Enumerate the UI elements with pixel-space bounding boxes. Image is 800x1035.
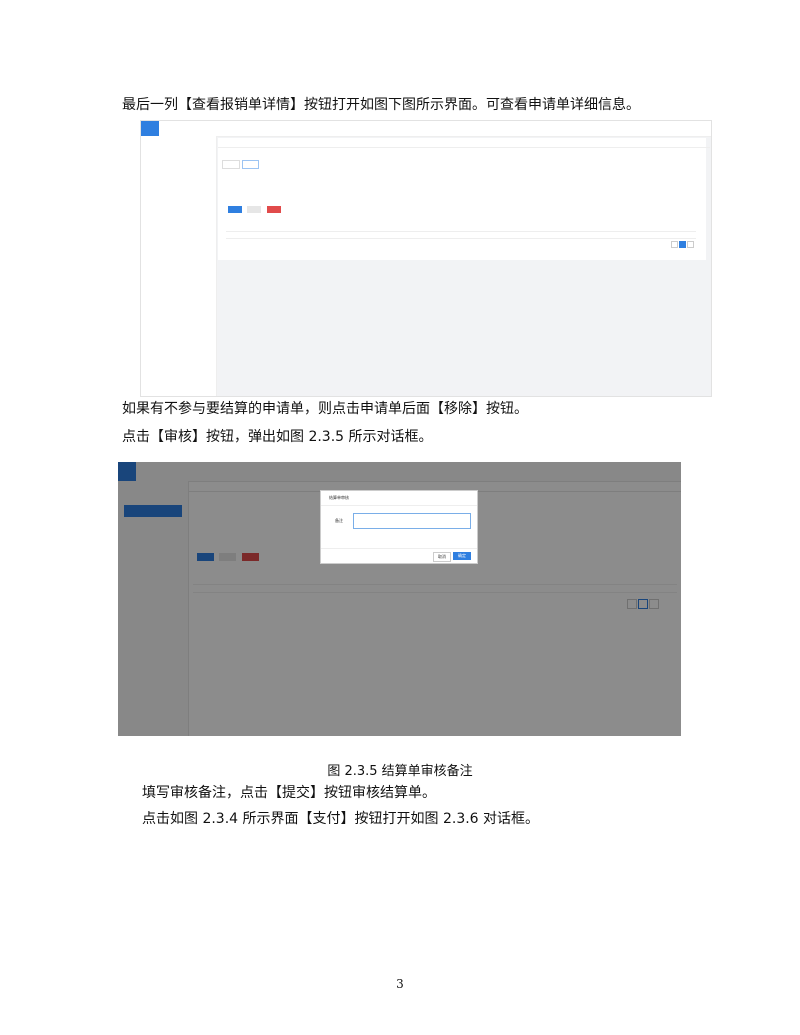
sidebar-item xyxy=(141,149,216,162)
confirm-button[interactable]: 确定 xyxy=(453,552,471,560)
tab xyxy=(222,160,240,169)
page-number: 3 xyxy=(396,977,404,991)
audit-dialog: 结算单审核 备注 取消 确定 xyxy=(320,490,478,564)
remark-input[interactable] xyxy=(353,513,471,529)
tab-active xyxy=(241,160,260,169)
app-logo xyxy=(141,121,159,136)
action-buttons xyxy=(228,206,285,214)
button-red xyxy=(266,206,281,213)
page-button xyxy=(671,241,678,248)
sidebar-item xyxy=(141,188,216,201)
button-grey xyxy=(247,206,262,213)
button-blue xyxy=(228,206,242,213)
sidebar-item xyxy=(141,136,216,149)
cancel-button[interactable]: 取消 xyxy=(433,552,451,562)
screenshot-settlement-detail xyxy=(140,120,712,397)
dialog-title: 结算单审核 xyxy=(321,491,477,506)
page-button-active xyxy=(679,241,686,248)
detail-table xyxy=(226,225,696,239)
top-bar xyxy=(141,121,711,137)
figure-caption: 图 2.3.5 结算单审核备注 xyxy=(327,764,473,779)
tab-bar xyxy=(222,160,261,169)
pagination xyxy=(670,241,694,249)
sidebar-item xyxy=(141,214,216,227)
breadcrumb xyxy=(218,138,710,148)
dialog-footer: 取消 确定 xyxy=(321,548,477,563)
sidebar-item xyxy=(141,175,216,188)
screenshot-audit-dialog: 结算单审核 备注 取消 确定 xyxy=(118,462,681,736)
sidebar xyxy=(141,136,217,396)
paragraph-4: 填写审核备注，点击【提交】按钮审核结算单。 xyxy=(142,785,436,801)
page-button xyxy=(687,241,694,248)
paragraph-3: 点击【审核】按钮，弹出如图 2.3.5 所示对话框。 xyxy=(122,429,433,445)
paragraph-5: 点击如图 2.3.4 所示界面【支付】按钮打开如图 2.3.6 对话框。 xyxy=(142,811,540,827)
paragraph-2: 如果有不参与要结算的申请单，则点击申请单后面【移除】按钮。 xyxy=(122,401,528,417)
sidebar-item xyxy=(141,162,216,175)
main-panel xyxy=(218,138,710,260)
remark-label: 备注 xyxy=(335,518,343,523)
sidebar-item xyxy=(141,201,216,214)
paragraph-1: 最后一列【查看报销单详情】按钮打开如图下图所示界面。可查看申请单详细信息。 xyxy=(122,97,640,113)
table-row xyxy=(226,231,696,239)
